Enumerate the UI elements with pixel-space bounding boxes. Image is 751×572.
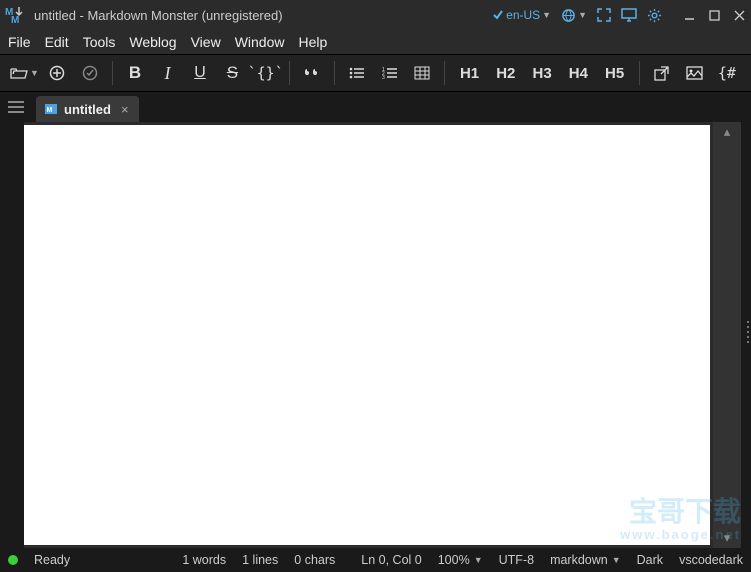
left-gutter [0,122,24,548]
toolbar-separator [334,61,335,85]
maximize-button[interactable] [709,10,720,21]
status-zoom[interactable]: 100%▼ [438,553,483,567]
menu-file[interactable]: File [8,34,31,50]
menu-help[interactable]: Help [298,34,327,50]
table-button[interactable] [408,58,436,88]
scroll-up-icon[interactable]: ▴ [713,122,741,142]
svg-text:M: M [47,107,53,114]
status-theme-app[interactable]: Dark [637,553,663,567]
h5-button[interactable]: H5 [598,58,630,88]
toolbar: ▼ B I U S `{}` 123 H1 H2 H3 H4 H5 {# [0,54,751,92]
strikethrough-button[interactable]: S [218,58,246,88]
window-title: untitled - Markdown Monster (unregistere… [34,8,492,23]
menu-edit[interactable]: Edit [45,34,69,50]
status-language-value: markdown [550,553,608,567]
status-led-icon [8,555,18,565]
splitter-handle[interactable] [741,122,751,548]
menu-bar: File Edit Tools Weblog View Window Help [0,30,751,54]
toolbar-separator [289,61,290,85]
status-theme-editor[interactable]: vscodedark [679,553,743,567]
close-button[interactable] [734,10,745,21]
sidebar-toggle-icon[interactable] [4,92,28,122]
language-label: en-US [506,8,540,22]
main-area: ▴ ▾ [0,122,751,548]
svg-text:M: M [11,15,19,25]
status-position: Ln 0, Col 0 [361,553,421,567]
minimize-button[interactable] [684,10,695,21]
app-logo-icon: M M [4,4,26,26]
status-chars: 0 chars [294,553,335,567]
new-document-button[interactable] [43,58,71,88]
title-bar: M M untitled - Markdown Monster (unregis… [0,0,751,30]
status-encoding[interactable]: UTF-8 [499,553,534,567]
toolbar-separator [639,61,640,85]
code-block-button[interactable]: `{}` [251,58,281,88]
italic-button[interactable]: I [153,58,181,88]
title-controls: en-US ▼ ▼ [492,8,745,23]
status-bar: Ready 1 words 1 lines 0 chars Ln 0, Col … [0,548,751,572]
markdown-file-icon: M [44,102,58,116]
h3-button[interactable]: H3 [526,58,558,88]
h1-button[interactable]: H1 [453,58,485,88]
special-char-button[interactable]: {# [713,58,741,88]
status-words: 1 words [182,553,226,567]
tab-bar: M untitled × [0,92,751,122]
bullet-list-button[interactable] [343,58,371,88]
vertical-scrollbar[interactable]: ▴ ▾ [713,122,741,548]
open-folder-button[interactable]: ▼ [10,58,39,88]
fullscreen-icon[interactable] [597,8,611,22]
quote-button[interactable] [298,58,326,88]
menu-weblog[interactable]: Weblog [129,34,176,50]
scroll-down-icon[interactable]: ▾ [713,528,741,548]
save-button[interactable] [75,58,103,88]
toolbar-separator [112,61,113,85]
document-tab[interactable]: M untitled × [36,96,139,122]
bold-button[interactable]: B [121,58,149,88]
status-zoom-value: 100% [438,553,470,567]
h4-button[interactable]: H4 [562,58,594,88]
editor-textarea[interactable] [24,125,710,545]
numbered-list-button[interactable]: 123 [376,58,404,88]
tab-close-icon[interactable]: × [121,102,129,117]
globe-icon[interactable]: ▼ [561,8,587,23]
svg-text:3: 3 [382,75,385,80]
underline-button[interactable]: U [186,58,214,88]
external-link-button[interactable] [648,58,676,88]
editor-wrap [24,122,713,548]
toolbar-separator [444,61,445,85]
tab-title: untitled [64,102,111,117]
monitor-icon[interactable] [621,8,637,22]
image-button[interactable] [680,58,708,88]
h2-button[interactable]: H2 [490,58,522,88]
status-language[interactable]: markdown▼ [550,553,621,567]
language-selector[interactable]: en-US ▼ [492,8,551,22]
menu-view[interactable]: View [191,34,221,50]
menu-window[interactable]: Window [235,34,285,50]
menu-tools[interactable]: Tools [83,34,116,50]
status-lines: 1 lines [242,553,278,567]
gear-icon[interactable] [647,8,662,23]
status-ready: Ready [34,553,70,567]
